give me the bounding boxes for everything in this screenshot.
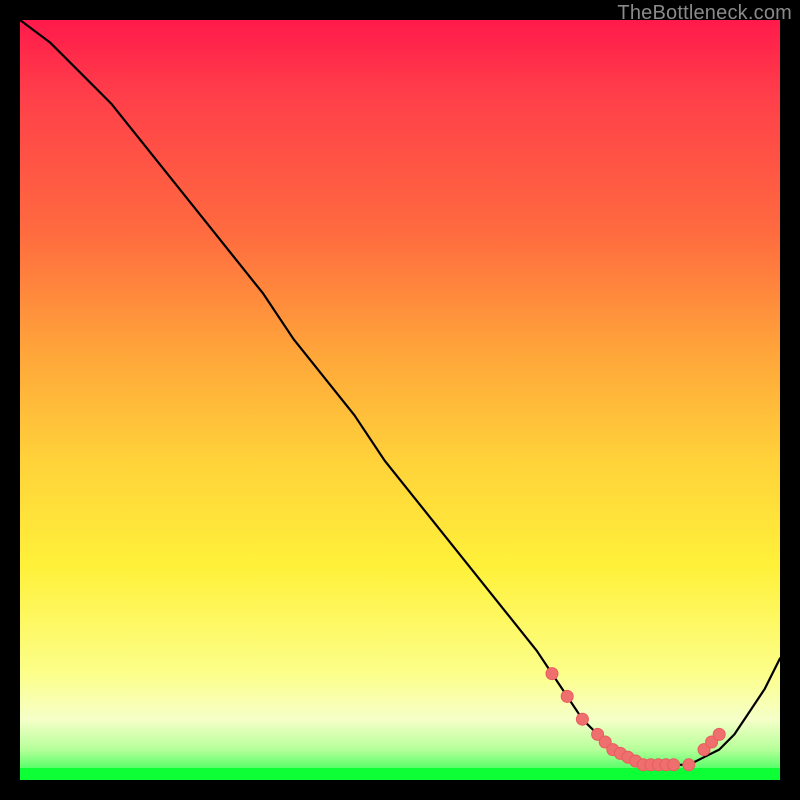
plot-area	[20, 20, 780, 780]
curve-marker	[576, 713, 588, 725]
curve-layer	[20, 20, 780, 780]
curve-marker	[668, 759, 680, 771]
curve-marker	[713, 728, 725, 740]
bottleneck-curve	[20, 20, 780, 765]
curve-marker	[546, 668, 558, 680]
marker-group	[546, 668, 725, 771]
chart-root: TheBottleneck.com	[0, 0, 800, 800]
curve-marker	[683, 759, 695, 771]
curve-marker	[561, 690, 573, 702]
watermark-text: TheBottleneck.com	[617, 2, 792, 25]
